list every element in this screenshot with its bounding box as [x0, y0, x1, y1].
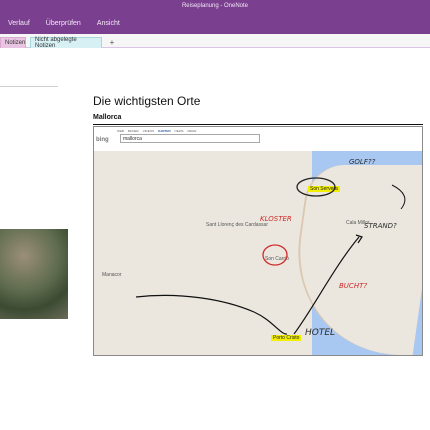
ribbon-tab-ansicht[interactable]: Ansicht [97, 20, 120, 27]
page-title: Die wichtigsten Orte [93, 94, 201, 108]
add-tab-button[interactable]: + [106, 37, 118, 48]
tab-nicht-abgelegte-notizen[interactable]: Nicht abgelegte Notizen [30, 37, 102, 49]
notebook-tabstrip: Notizen Nicht abgelegte Notizen + [0, 34, 430, 49]
ribbon-tab-ueberpruefen[interactable]: Überprüfen [46, 20, 81, 27]
map-annotations-layer [135, 177, 406, 335]
window-title: Reiseplanung - OneNote [0, 0, 430, 12]
strand-arrow-icon [391, 184, 406, 210]
ribbon-tab-verlauf[interactable]: Verlauf [8, 20, 30, 27]
ribbon: Verlauf Überprüfen Ansicht [0, 12, 430, 34]
route-porto-cristo-strand [293, 236, 360, 335]
section-rule [93, 124, 423, 125]
map-screenshot: bing WEB BILDER VIDEOS KARTEN NEWS MEHR … [93, 126, 423, 356]
circle-son-carrio [262, 244, 288, 266]
section-title: Mallorca [93, 114, 122, 121]
circle-son-servera [296, 177, 336, 197]
aerial-photo [0, 229, 68, 319]
route-manacor-porto-cristo [135, 294, 288, 335]
sidebar-divider [0, 86, 58, 87]
tab-notizen[interactable]: Notizen [0, 37, 26, 48]
